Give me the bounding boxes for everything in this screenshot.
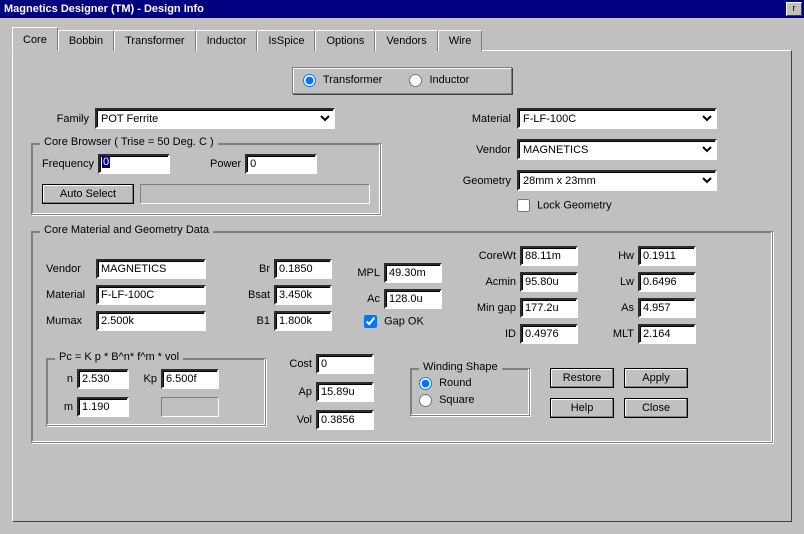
geometry-select[interactable]: 28mm x 23mm <box>517 170 717 191</box>
material-top-label: Material <box>441 113 511 125</box>
tab-isspice[interactable]: IsSpice <box>257 30 315 51</box>
frequency-value: 0 <box>102 156 110 168</box>
power-label: Power <box>210 158 241 170</box>
radio-inductor[interactable]: Inductor <box>409 74 469 86</box>
frequency-label: Frequency <box>42 158 94 170</box>
winding-shape-legend: Winding Shape <box>419 361 502 373</box>
radio-inductor-label: Inductor <box>429 74 469 86</box>
help-button[interactable]: Help <box>550 398 614 418</box>
tab-wire[interactable]: Wire <box>438 30 483 51</box>
tab-transformer[interactable]: Transformer <box>114 30 196 51</box>
window-body: Core Bobbin Transformer Inductor IsSpice… <box>0 18 804 534</box>
ap-input[interactable] <box>316 382 374 402</box>
mpl-label: MPL <box>346 267 380 279</box>
br-input[interactable] <box>274 259 332 279</box>
vendor-input[interactable] <box>96 259 206 279</box>
hw-input[interactable] <box>638 246 696 266</box>
vol-input[interactable] <box>316 410 374 430</box>
core-browser-legend: Core Browser ( Trise = 50 Deg. C ) <box>40 136 218 148</box>
radio-square[interactable]: Square <box>419 394 475 406</box>
vol-label: Vol <box>278 414 312 426</box>
mlt-label: MLT <box>596 328 634 340</box>
tab-inductor[interactable]: Inductor <box>196 30 258 51</box>
design-type-panel: Transformer Inductor <box>292 67 512 94</box>
b1-input[interactable] <box>274 311 332 331</box>
close-button[interactable]: Close <box>624 398 688 418</box>
as-input[interactable] <box>638 298 696 318</box>
gapok-label: Gap OK <box>384 315 424 327</box>
family-label: Family <box>31 113 89 125</box>
material-label: Material <box>46 289 96 301</box>
material-input[interactable] <box>96 285 206 305</box>
cmgd-legend: Core Material and Geometry Data <box>40 224 213 236</box>
pc-blank <box>161 397 219 417</box>
window-title: Magnetics Designer (TM) - Design Info <box>4 3 204 15</box>
tab-panel-core: Transformer Inductor Family POT Ferrite … <box>12 50 792 522</box>
radio-round[interactable]: Round <box>419 377 471 389</box>
titlebar: Magnetics Designer (TM) - Design Info r <box>0 0 804 18</box>
hw-label: Hw <box>596 250 634 262</box>
ac-label: Ac <box>346 293 380 305</box>
b1-label: B1 <box>236 315 270 327</box>
mpl-input[interactable] <box>384 263 442 283</box>
close-icon[interactable]: r <box>786 2 802 16</box>
br-label: Br <box>236 263 270 275</box>
cost-label: Cost <box>278 358 312 370</box>
lw-input[interactable] <box>638 272 696 292</box>
lock-geometry-checkbox[interactable]: Lock Geometry <box>517 199 612 212</box>
mingap-input[interactable] <box>520 298 578 318</box>
material-top-select[interactable]: F-LF-100C <box>517 108 717 129</box>
corewt-label: CoreWt <box>466 250 516 262</box>
auto-select-status <box>140 184 370 204</box>
as-label: As <box>596 302 634 314</box>
lw-label: Lw <box>596 276 634 288</box>
tab-options[interactable]: Options <box>315 30 375 51</box>
apply-button[interactable]: Apply <box>624 368 688 388</box>
restore-button[interactable]: Restore <box>550 368 614 388</box>
cost-input[interactable] <box>316 354 374 374</box>
radio-transformer-label: Transformer <box>323 74 383 86</box>
ap-label: Ap <box>278 386 312 398</box>
mingap-label: Min gap <box>466 302 516 314</box>
pc-kp-input[interactable] <box>161 369 219 389</box>
acmin-label: Acmin <box>466 276 516 288</box>
pc-n-label: n <box>57 373 73 385</box>
mumax-input[interactable] <box>96 311 206 331</box>
corewt-input[interactable] <box>520 246 578 266</box>
vendor-top-select[interactable]: MAGNETICS <box>517 139 717 160</box>
radio-transformer[interactable]: Transformer <box>303 74 382 86</box>
tab-vendors[interactable]: Vendors <box>375 30 437 51</box>
bsat-label: Bsat <box>236 289 270 301</box>
id-input[interactable] <box>520 324 578 344</box>
pc-legend: Pc = K p * B^n* f^m * vol <box>55 351 183 363</box>
radio-square-label: Square <box>439 394 474 406</box>
pc-kp-label: Kp <box>129 373 157 385</box>
radio-round-label: Round <box>439 377 471 389</box>
lock-geometry-label: Lock Geometry <box>537 199 612 211</box>
ac-input[interactable] <box>384 289 442 309</box>
family-select[interactable]: POT Ferrite <box>95 108 335 129</box>
tab-strip: Core Bobbin Transformer Inductor IsSpice… <box>12 26 792 50</box>
bsat-input[interactable] <box>274 285 332 305</box>
vendor-label: Vendor <box>46 263 96 275</box>
auto-select-button[interactable]: Auto Select <box>42 184 134 204</box>
gapok-checkbox[interactable]: Gap OK <box>364 315 424 328</box>
geometry-label: Geometry <box>441 175 511 187</box>
pc-m-label: m <box>57 401 73 413</box>
tab-bobbin[interactable]: Bobbin <box>58 30 114 51</box>
id-label: ID <box>466 328 516 340</box>
mlt-input[interactable] <box>638 324 696 344</box>
mumax-label: Mumax <box>46 315 96 327</box>
power-input[interactable] <box>245 154 317 174</box>
tab-core[interactable]: Core <box>12 27 58 51</box>
pc-n-input[interactable] <box>77 369 129 389</box>
pc-m-input[interactable] <box>77 397 129 417</box>
vendor-top-label: Vendor <box>441 144 511 156</box>
acmin-input[interactable] <box>520 272 578 292</box>
